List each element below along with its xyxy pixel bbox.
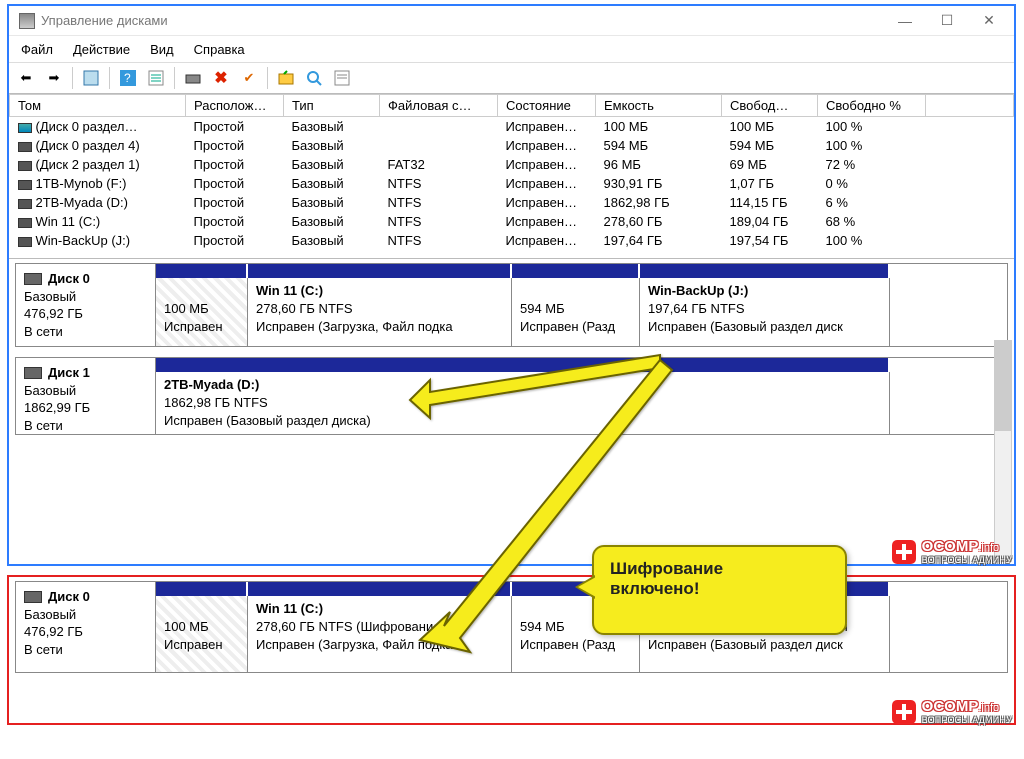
cross-icon (892, 700, 916, 724)
partition-cell[interactable]: Win-BackUp (J:)197,64 ГБ NTFSИсправен (Б… (640, 278, 890, 346)
maximize-button[interactable]: ☐ (926, 8, 968, 34)
menu-help[interactable]: Справка (194, 42, 245, 57)
partition-cell[interactable]: 594 МБИсправен (Разд (512, 278, 640, 346)
svg-text:?: ? (124, 71, 131, 85)
forward-button[interactable]: ➡ (41, 65, 67, 91)
callout-text-1: Шифрование (610, 559, 829, 579)
col-state[interactable]: Состояние (498, 95, 596, 117)
graphical-view: Диск 0 Базовый476,92 ГБВ сети 100 МБИспр… (9, 258, 1014, 435)
callout-text-2: включено! (610, 579, 829, 599)
disk-management-window: Управление дисками — ☐ ✕ Файл Действие В… (7, 4, 1016, 566)
col-fs[interactable]: Файловая с… (380, 95, 498, 117)
col-layout[interactable]: Располож… (186, 95, 284, 117)
help-icon[interactable]: ? (115, 65, 141, 91)
folder-icon[interactable] (273, 65, 299, 91)
delete-icon[interactable]: ✖ (208, 65, 234, 91)
menubar: Файл Действие Вид Справка (9, 36, 1014, 62)
volume-table[interactable]: Том Располож… Тип Файловая с… Состояние … (9, 94, 1014, 250)
table-row[interactable]: Win 11 (C:) ПростойБазовыйNTFSИсправен…2… (10, 212, 1014, 231)
volume-icon (18, 142, 32, 152)
volume-icon (18, 237, 32, 247)
table-row[interactable]: Win-BackUp (J:) ПростойБазовыйNTFSИсправ… (10, 231, 1014, 250)
volume-icon (18, 199, 32, 209)
titlebar: Управление дисками — ☐ ✕ (9, 6, 1014, 36)
close-button[interactable]: ✕ (968, 8, 1010, 34)
callout-bubble: Шифрование включено! (592, 545, 847, 635)
refresh-icon[interactable] (180, 65, 206, 91)
partition-cell[interactable]: Win 11 (C:)278,60 ГБ NTFSИсправен (Загру… (248, 278, 512, 346)
disk-icon (24, 591, 42, 603)
volume-icon (18, 123, 32, 133)
disk-icon (24, 273, 42, 285)
col-freep[interactable]: Свободно % (818, 95, 926, 117)
watermark-bottom: OCOMP.info ВОПРОСЫ АДМИНУ (892, 698, 1012, 725)
col-capacity[interactable]: Емкость (596, 95, 722, 117)
back-button[interactable]: ⬅ (13, 65, 39, 91)
toolbar: ⬅ ➡ ? ✖ ✔ (9, 62, 1014, 94)
menu-file[interactable]: Файл (21, 42, 53, 57)
table-row[interactable]: 1TB-Mynob (F:) ПростойБазовыйNTFSИсправе… (10, 174, 1014, 193)
list-icon[interactable] (329, 65, 355, 91)
disk-row[interactable]: Диск 0 Базовый476,92 ГБВ сети 100 МБИспр… (15, 581, 1008, 673)
partition-cell[interactable]: 2TB-Myada (D:)1862,98 ГБ NTFSИсправен (Б… (156, 372, 890, 435)
detail-icon[interactable] (143, 65, 169, 91)
disk-row[interactable]: Диск 0 Базовый476,92 ГБВ сети 100 МБИспр… (15, 263, 1008, 347)
table-row[interactable]: (Диск 2 раздел 1) ПростойБазовыйFAT32Исп… (10, 155, 1014, 174)
col-type[interactable]: Тип (284, 95, 380, 117)
window-title: Управление дисками (41, 13, 884, 28)
table-row[interactable]: (Диск 0 раздел… ПростойБазовыйИсправен…1… (10, 117, 1014, 137)
partition-cell[interactable]: Win 11 (C:)278,60 ГБ NTFS (Шифрование Bi… (248, 596, 512, 672)
partition-cell[interactable]: 100 МБИсправен (156, 278, 248, 346)
watermark-top: OCOMP.info ВОПРОСЫ АДМИНУ (892, 538, 1012, 565)
view-icon[interactable] (78, 65, 104, 91)
volume-icon (18, 161, 32, 171)
comparison-panel: Диск 0 Базовый476,92 ГБВ сети 100 МБИспр… (7, 575, 1016, 725)
check-icon[interactable]: ✔ (236, 65, 262, 91)
col-free[interactable]: Свобод… (722, 95, 818, 117)
search-icon[interactable] (301, 65, 327, 91)
volume-icon (18, 218, 32, 228)
col-volume[interactable]: Том (10, 95, 186, 117)
volume-icon (18, 180, 32, 190)
table-row[interactable]: 2TB-Myada (D:) ПростойБазовыйNTFSИсправе… (10, 193, 1014, 212)
disk-row[interactable]: Диск 1 Базовый1862,99 ГБВ сети2TB-Myada … (15, 357, 1008, 435)
menu-view[interactable]: Вид (150, 42, 174, 57)
disk-icon (24, 367, 42, 379)
menu-action[interactable]: Действие (73, 42, 130, 57)
partition-cell[interactable]: 100 МБИсправен (156, 596, 248, 672)
cross-icon (892, 540, 916, 564)
app-icon (19, 13, 35, 29)
scrollbar[interactable] (994, 340, 1012, 562)
minimize-button[interactable]: — (884, 8, 926, 34)
table-row[interactable]: (Диск 0 раздел 4) ПростойБазовыйИсправен… (10, 136, 1014, 155)
